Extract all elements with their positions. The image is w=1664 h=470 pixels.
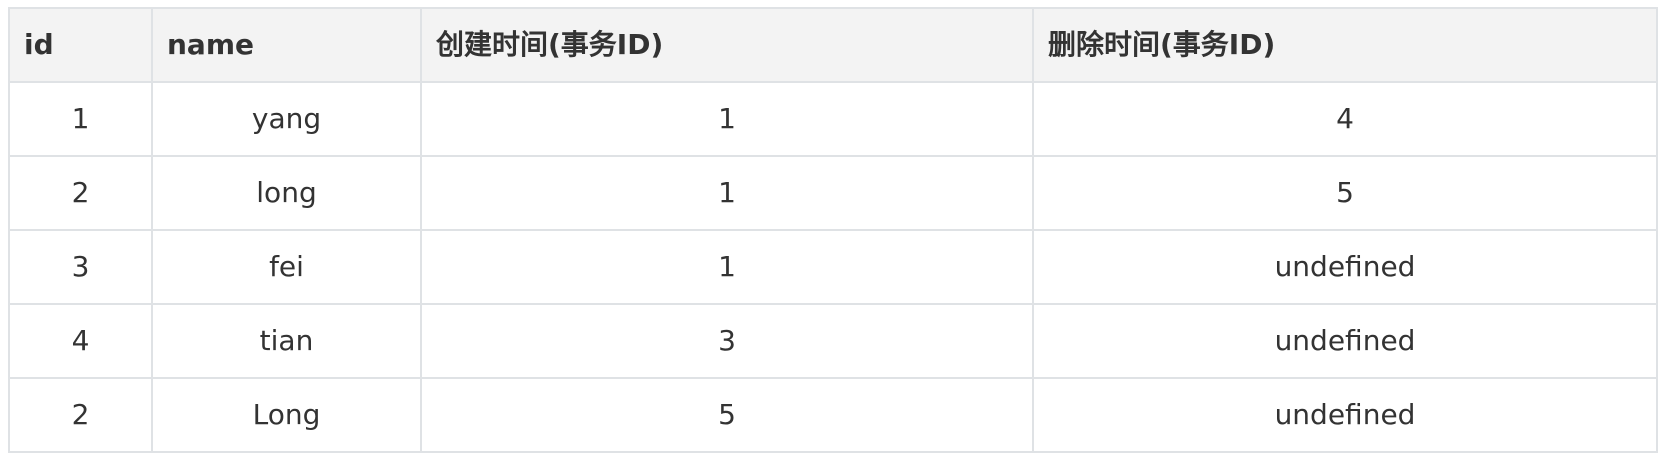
table-row: 1 yang 1 4 [8,81,1658,157]
cell-name: long [151,155,422,231]
data-table: id name 创建时间(事务ID) 删除时间(事务ID) 1 yang 1 4… [8,7,1658,453]
cell-name: fei [151,229,422,305]
column-header-id: id [8,7,153,83]
cell-delete-time: undefined [1032,229,1658,305]
cell-id: 2 [8,155,153,231]
data-table-container: id name 创建时间(事务ID) 删除时间(事务ID) 1 yang 1 4… [8,7,1658,453]
cell-id: 1 [8,81,153,157]
table-row: 2 Long 5 undefined [8,377,1658,453]
cell-name: yang [151,81,422,157]
cell-create-time: 3 [420,303,1034,379]
table-header-row: id name 创建时间(事务ID) 删除时间(事务ID) [8,7,1658,83]
cell-name: Long [151,377,422,453]
cell-id: 4 [8,303,153,379]
column-header-create-time: 创建时间(事务ID) [420,7,1034,83]
cell-create-time: 1 [420,155,1034,231]
cell-delete-time: undefined [1032,303,1658,379]
cell-id: 3 [8,229,153,305]
cell-delete-time: undefined [1032,377,1658,453]
table-row: 3 fei 1 undefined [8,229,1658,305]
table-row: 4 tian 3 undefined [8,303,1658,379]
cell-delete-time: 5 [1032,155,1658,231]
cell-create-time: 1 [420,81,1034,157]
cell-create-time: 1 [420,229,1034,305]
cell-name: tian [151,303,422,379]
column-header-name: name [151,7,422,83]
cell-id: 2 [8,377,153,453]
table-row: 2 long 1 5 [8,155,1658,231]
cell-delete-time: 4 [1032,81,1658,157]
column-header-delete-time: 删除时间(事务ID) [1032,7,1658,83]
cell-create-time: 5 [420,377,1034,453]
